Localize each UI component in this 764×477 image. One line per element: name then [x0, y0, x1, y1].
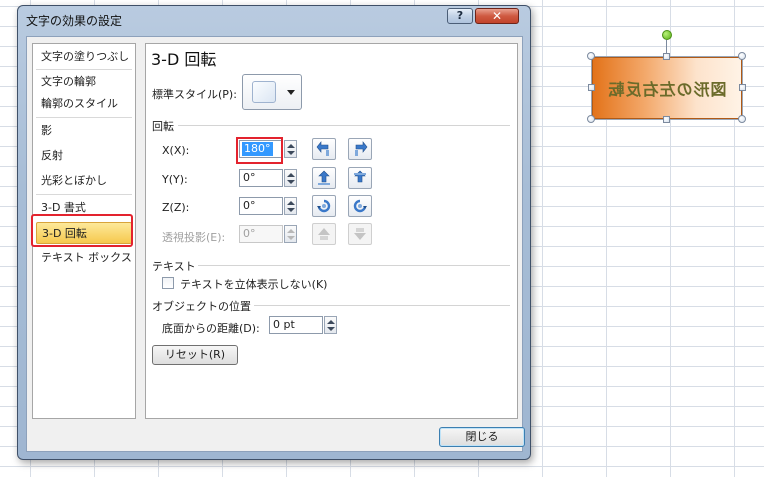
z-rotation-value: 0°: [243, 199, 256, 212]
preset-dropdown[interactable]: [242, 74, 302, 110]
close-window-button[interactable]: ✕: [475, 8, 519, 24]
rotate-counterclockwise-z-button[interactable]: [312, 195, 336, 217]
perspective-input[interactable]: 0°: [239, 225, 283, 243]
keep-text-flat-label: テキストを立体表示しない(K): [180, 278, 328, 291]
rotate-clockwise-z-button[interactable]: [348, 195, 372, 217]
category-separator: [36, 69, 132, 70]
resize-handle-top-left[interactable]: [587, 52, 595, 60]
distance-from-ground-input[interactable]: 0 pt: [269, 316, 323, 334]
text-shape[interactable]: 図形の左右反転: [592, 57, 742, 119]
help-button[interactable]: ?: [447, 8, 473, 24]
settings-panel: 3-D 回転 標準スタイル(P): 回転 X(X): 180° Y(Y): 0°…: [145, 43, 518, 419]
rotation-section-header: 回転: [152, 120, 174, 133]
rotate-ccw-icon: [317, 199, 331, 213]
panel-title: 3-D 回転: [151, 50, 217, 69]
perspective-narrow-icon: [318, 228, 330, 240]
widen-perspective-button[interactable]: [348, 223, 372, 245]
red-highlight-box-category: [31, 214, 133, 247]
object-position-header: オブジェクトの位置: [152, 300, 251, 313]
format-text-effects-dialog: 文字の効果の設定 ? ✕ 文字の塗りつぶし 文字の輪郭 輪郭のスタイル 影 反射…: [17, 5, 531, 460]
y-rotation-input[interactable]: 0°: [239, 169, 283, 187]
resize-handle-bottom-left[interactable]: [587, 115, 595, 123]
rotate-right-x-button[interactable]: [348, 138, 372, 160]
category-separator: [36, 117, 132, 118]
category-separator: [36, 194, 132, 195]
red-highlight-box-x-value: [236, 137, 283, 164]
y-rotation-value: 0°: [243, 171, 256, 184]
chevron-down-icon: [287, 90, 295, 95]
category-text-box[interactable]: テキスト ボックス: [36, 247, 132, 269]
resize-handle-bottom[interactable]: [663, 116, 670, 123]
category-text-fill[interactable]: 文字の塗りつぶし: [36, 46, 132, 68]
z-rotation-spinner[interactable]: [284, 197, 297, 215]
category-text-outline[interactable]: 文字の輪郭: [36, 71, 132, 93]
distance-from-ground-value: 0 pt: [273, 318, 295, 331]
resize-handle-bottom-right[interactable]: [738, 115, 746, 123]
narrow-perspective-button[interactable]: [312, 223, 336, 245]
text-section-header: テキスト: [152, 260, 196, 273]
section-divider: [178, 125, 510, 126]
distance-spinner[interactable]: [324, 316, 337, 334]
dialog-title: 文字の効果の設定: [26, 14, 123, 28]
dialog-client-area: 文字の塗りつぶし 文字の輪郭 輪郭のスタイル 影 反射 光彩とぼかし 3-D 書…: [26, 36, 525, 452]
rotate-left-x-button[interactable]: [312, 138, 336, 160]
x-rotation-spinner[interactable]: [284, 140, 297, 158]
category-outline-style[interactable]: 輪郭のスタイル: [36, 93, 132, 115]
resize-handle-left[interactable]: [588, 84, 595, 91]
x-rotation-label: X(X):: [162, 144, 190, 157]
rotate-handle[interactable]: [662, 30, 672, 40]
keep-text-flat-checkbox[interactable]: [162, 277, 174, 289]
resize-handle-top[interactable]: [663, 53, 670, 60]
rotate-left-icon: [316, 141, 329, 156]
distance-from-ground-label: 底面からの距離(D):: [162, 322, 260, 335]
perspective-value: 0°: [243, 227, 256, 240]
perspective-widen-icon: [354, 228, 366, 240]
section-divider: [198, 265, 510, 266]
rotate-up-icon: [318, 170, 330, 185]
rotate-down-icon: [354, 170, 366, 183]
dialog-titlebar[interactable]: 文字の効果の設定 ? ✕: [18, 6, 530, 32]
preset-swatch-icon: [252, 81, 276, 103]
y-rotation-label: Y(Y):: [162, 173, 188, 186]
reset-button[interactable]: リセット(R): [152, 345, 238, 365]
preset-label: 標準スタイル(P):: [152, 88, 237, 101]
z-rotation-label: Z(Z):: [162, 201, 190, 214]
perspective-spinner[interactable]: [284, 225, 297, 243]
resize-handle-top-right[interactable]: [738, 52, 746, 60]
perspective-label: 透視投影(E):: [162, 231, 226, 244]
y-rotation-spinner[interactable]: [284, 169, 297, 187]
rotate-down-y-button[interactable]: [348, 167, 372, 189]
section-divider: [254, 305, 510, 306]
resize-handle-right[interactable]: [739, 84, 746, 91]
category-reflection[interactable]: 反射: [36, 145, 132, 167]
rotate-cw-icon: [353, 199, 367, 213]
category-shadow[interactable]: 影: [36, 120, 132, 142]
rotate-up-y-button[interactable]: [312, 167, 336, 189]
category-glow-soft-edges[interactable]: 光彩とぼかし: [36, 170, 132, 192]
shape-text: 図形の左右反転: [607, 80, 727, 99]
close-dialog-button[interactable]: 閉じる: [439, 427, 525, 447]
z-rotation-input[interactable]: 0°: [239, 197, 283, 215]
rotate-right-icon: [355, 141, 368, 156]
